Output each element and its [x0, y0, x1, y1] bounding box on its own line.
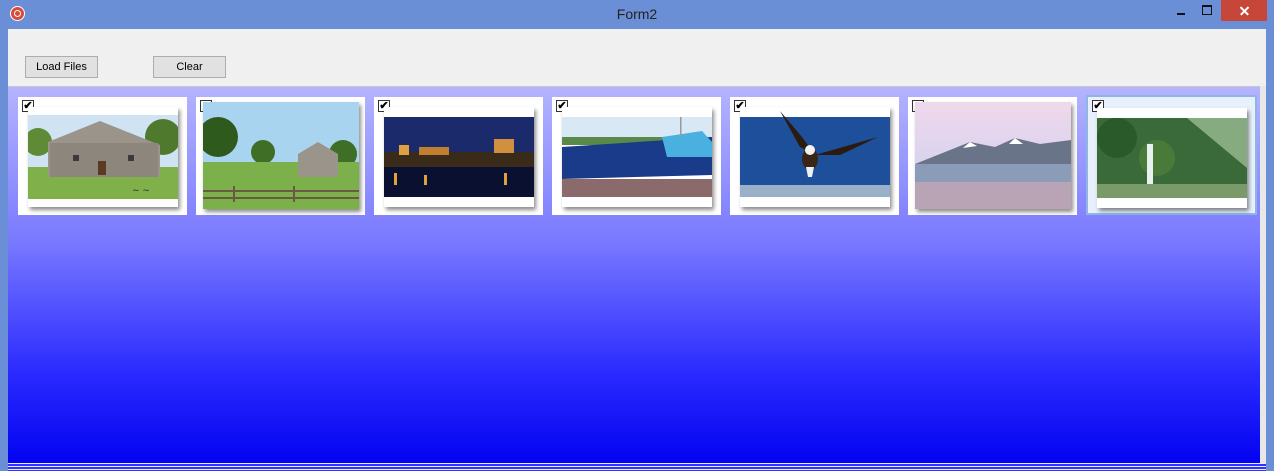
thumbnail-item[interactable]: ✔: [374, 97, 543, 215]
load-files-button[interactable]: Load Files: [25, 56, 98, 78]
svg-text:~ ~: ~ ~: [132, 186, 150, 196]
window-title: Form2: [616, 6, 658, 22]
thumbnail-image: [562, 107, 712, 207]
client-area: Load Files Clear ✔ ~ ~ ✔ ✔ ✔ ✔: [8, 29, 1266, 471]
thumbnail-item[interactable]: ✔: [552, 97, 721, 215]
maximize-button[interactable]: [1194, 0, 1220, 21]
close-button[interactable]: [1221, 0, 1267, 21]
title-bar[interactable]: Form2: [0, 0, 1274, 29]
thumbnail-image: [384, 107, 534, 207]
thumbnail-item[interactable]: [196, 97, 365, 215]
thumbnail-item[interactable]: [908, 97, 1077, 215]
gallery-bottom-border: [8, 463, 1266, 471]
thumbnail-item[interactable]: ✔: [730, 97, 899, 215]
thumbnail-image: [203, 102, 359, 209]
thumbnail-image: ~ ~: [28, 107, 178, 207]
thumbnail-image: [915, 102, 1071, 209]
minimize-button[interactable]: [1168, 0, 1194, 21]
thumbnail-image: [1097, 108, 1247, 208]
thumbnail-image: [740, 107, 890, 207]
thumbnail-item[interactable]: ✔ ~ ~: [18, 97, 187, 215]
toolbar: Load Files Clear: [8, 29, 1266, 86]
thumbnail-gallery[interactable]: ✔ ~ ~ ✔ ✔ ✔ ✔: [8, 86, 1260, 469]
thumbnail-item-selected[interactable]: ✔: [1086, 95, 1257, 215]
scrollbar[interactable]: [1260, 86, 1266, 468]
clear-button[interactable]: Clear: [153, 56, 226, 78]
